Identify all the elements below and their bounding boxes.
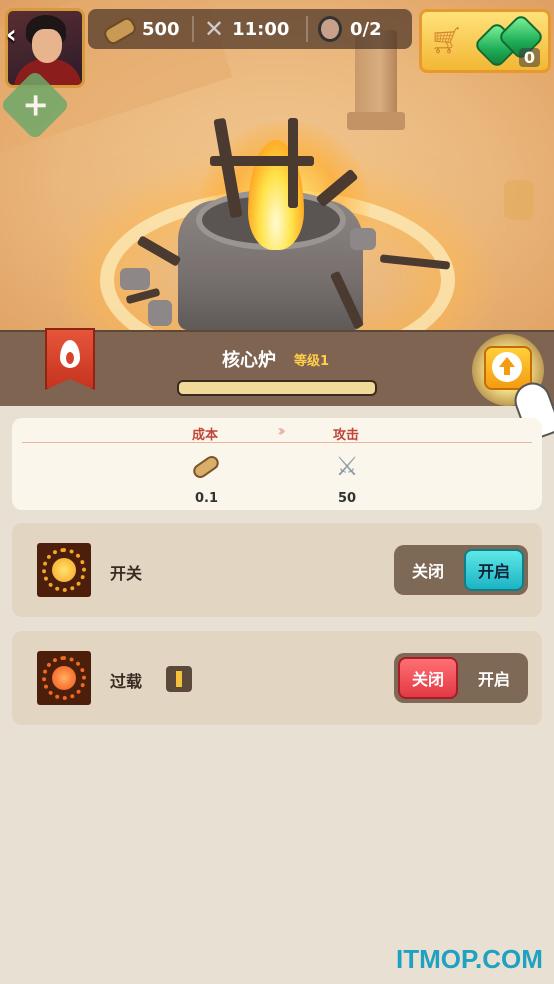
stats-card: 成本 ››› 攻击 ⚔ 0.1 50: [12, 418, 542, 510]
attack-label: 攻击: [333, 428, 360, 443]
time-counter: ✕ 11:00: [204, 9, 289, 49]
wood-beam: [210, 156, 314, 166]
sun-icon: [37, 651, 91, 705]
avatar-face: [32, 29, 62, 63]
sun-core: [52, 666, 76, 690]
chevrons-icon: ›››: [277, 421, 286, 440]
switch-on-button[interactable]: 开启: [464, 549, 524, 591]
switch-label: 开关: [110, 564, 143, 583]
player-avatar[interactable]: [5, 8, 85, 88]
hud-divider: [192, 16, 194, 42]
back-arrow-icon[interactable]: ‹: [6, 22, 17, 48]
upgrade-progress-bar: [177, 380, 377, 396]
up-arrow-icon: [492, 352, 522, 382]
overload-on-button[interactable]: 开启: [464, 657, 524, 699]
attack-value: 50: [338, 491, 357, 506]
plus-icon: +: [22, 85, 50, 124]
rock: [120, 268, 150, 290]
workers-counter: 0/2: [318, 9, 382, 49]
wood-log-icon: [104, 18, 134, 40]
sun-icon: [37, 543, 91, 597]
overload-toggle: 关闭 开启: [394, 653, 528, 703]
shop-button[interactable]: 🛒︎ 0: [419, 9, 551, 73]
watermark: ITMOP.COM: [396, 944, 543, 974]
rock: [350, 228, 376, 250]
rock: [504, 180, 534, 220]
building-level: 等级1: [294, 354, 330, 369]
shop-count: 0: [518, 48, 540, 67]
crossed-swords-icon: ⚔: [335, 452, 359, 482]
switch-row: 开关 关闭 开启: [12, 523, 542, 617]
overload-off-button[interactable]: 关闭: [398, 657, 458, 699]
worker-head-icon: [318, 16, 342, 42]
cost-value: 0.1: [195, 491, 219, 506]
overload-row: 过载 关闭 开启: [12, 631, 542, 725]
stats-header: 成本 ››› 攻击: [22, 418, 532, 443]
wood-counter: 500: [104, 9, 180, 49]
time-value: 11:00: [232, 18, 290, 40]
sun-core: [52, 558, 76, 582]
overload-label: 过载: [110, 672, 143, 691]
wood-value: 500: [142, 18, 180, 40]
tools-icon: ✕: [204, 15, 225, 43]
rock: [148, 300, 172, 326]
wood-log-icon: [190, 453, 222, 481]
info-icon[interactable]: [166, 666, 192, 692]
building-info-bar: 核心炉 等级1: [0, 328, 554, 406]
building-name: 核心炉: [222, 350, 276, 371]
cost-label: 成本: [192, 428, 219, 443]
hud-divider: [306, 16, 308, 42]
cart-icon: 🛒︎: [430, 26, 464, 56]
workers-value: 0/2: [350, 18, 382, 40]
switch-toggle: 关闭 开启: [394, 545, 528, 595]
switch-off-button[interactable]: 关闭: [398, 549, 458, 591]
